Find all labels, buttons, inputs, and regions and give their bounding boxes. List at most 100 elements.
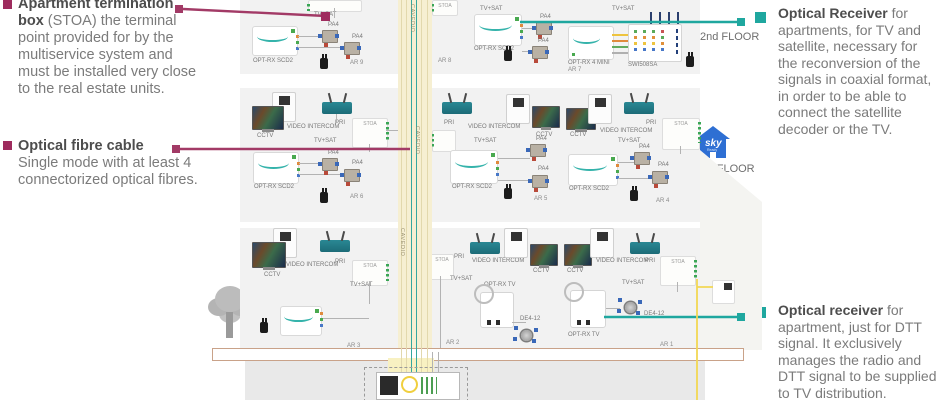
wire-gray — [612, 52, 628, 54]
pa4-splitter — [536, 22, 552, 35]
power-adapter-icon — [686, 56, 694, 67]
wire — [498, 180, 532, 181]
cctv-label: CCTV — [567, 268, 583, 274]
pa4-splitter — [322, 30, 338, 43]
video-intercom-label: VIDEO INTERCOM — [468, 124, 520, 130]
wire — [618, 178, 652, 179]
apartment-unit-ar1: CCTV VIDEO INTERCOM PRI STOA TV+SAT DE4-… — [560, 228, 700, 358]
apartment-label: AR 6 — [350, 194, 363, 200]
apartment-unit-ar6: CCTV VIDEO INTERCOM PRI STOA TV+SAT OPT-… — [240, 88, 398, 222]
pa4-label: PA4 — [536, 136, 547, 142]
apartment-label: AR 5 — [534, 196, 547, 202]
cable-shaft: CAVEDIO CAVEDIO CAVEDIO — [398, 0, 432, 374]
wire — [369, 282, 370, 304]
tv-sat-label: TV+SAT — [618, 138, 640, 144]
optical-distribution-box — [376, 372, 460, 400]
pa4-label: PA4 — [352, 160, 363, 166]
maroon-bullet-icon — [3, 141, 12, 150]
apartment-label: AR 4 — [656, 198, 669, 204]
wire — [680, 146, 681, 154]
odf-dark-module — [380, 376, 398, 395]
pri-label: PRI — [645, 258, 655, 264]
optical-receiver-scd2 — [568, 154, 618, 186]
power-adapter-icon — [320, 192, 328, 203]
wire — [298, 47, 344, 48]
stoa-box — [432, 130, 456, 152]
callout-body: Single mode with at least 4 connectorize… — [18, 155, 198, 188]
power-adapter-icon — [504, 188, 512, 199]
optical-receiver-4-mini — [568, 26, 614, 60]
basement-area — [245, 361, 705, 400]
coax-ports — [496, 161, 499, 164]
pa4-splitter — [344, 42, 360, 55]
riser-cable — [427, 0, 428, 374]
wire — [438, 352, 439, 372]
pa4-label: PA4 — [328, 22, 339, 28]
pa4-label: PA4 — [540, 14, 551, 20]
coax-ports — [320, 312, 323, 315]
pri-label: PRI — [646, 120, 656, 126]
cctv-label: CCTV — [533, 268, 549, 274]
device-label: DE4-12 — [520, 316, 540, 322]
pa4-label: PA4 — [538, 166, 549, 172]
riser-cable — [401, 0, 402, 374]
wire — [369, 144, 370, 152]
tv-sat-label: TV+SAT — [480, 6, 502, 12]
wire — [322, 318, 369, 319]
video-intercom-label: VIDEO INTERCOM — [287, 124, 339, 130]
video-intercom-label: VIDEO INTERCOM — [596, 258, 648, 264]
stoa-box — [308, 0, 362, 12]
apartment-unit-ar5: PRI CCTV VIDEO INTERCOM TV+SAT OPT-RX SC… — [430, 88, 560, 222]
wire-orange — [612, 40, 628, 42]
video-intercom-label: VIDEO INTERCOM — [472, 258, 524, 264]
pri-label: PRI — [444, 120, 454, 126]
maroon-bullet-icon — [3, 0, 12, 9]
apartment-label: AR 9 — [350, 60, 363, 66]
coax-risers — [650, 12, 686, 24]
riser-fibre-cable — [411, 0, 412, 374]
shaft-label: CAVEDIO — [414, 126, 420, 155]
wifi-router — [442, 102, 472, 114]
optical-receiver-multi-output — [280, 306, 322, 336]
optical-receiver-scd2 — [474, 14, 522, 46]
wire — [432, 352, 433, 372]
power-adapter-icon — [320, 58, 328, 69]
device-label: OPT-RX 4 MINI — [568, 60, 610, 66]
tv-sat-label: TV+SAT — [474, 138, 496, 144]
coax-ports — [616, 164, 619, 167]
stoa-box: STOA — [660, 256, 696, 286]
riser-fibre-cable — [416, 0, 417, 374]
wire — [677, 282, 678, 292]
wire — [334, 8, 335, 18]
video-intercom-device — [590, 228, 614, 258]
device-label: SWI508SA — [628, 62, 657, 68]
pa4-label: PA4 — [639, 144, 650, 150]
tree-trunk — [226, 312, 233, 338]
device-label: OPT-RX SCD2 — [254, 184, 294, 190]
optical-receiver-scd2 — [252, 26, 298, 56]
device-label: OPT-RX TV — [568, 332, 600, 338]
wire — [299, 174, 344, 175]
apartment-label: AR 2 — [446, 340, 459, 346]
wire-green — [612, 46, 628, 48]
device-label: OPT-RX SCD2 — [253, 58, 293, 64]
sky-door — [710, 152, 716, 158]
stoa-box: STOA — [662, 118, 700, 150]
ground-slab — [212, 348, 744, 361]
pa4-splitter — [532, 175, 548, 188]
tv-sat-label: TV+SAT — [450, 276, 472, 282]
optical-receiver-tv — [570, 290, 606, 328]
wire — [606, 308, 620, 309]
cctv-label: CCTV — [257, 133, 273, 139]
video-intercom-device — [504, 228, 528, 258]
stoa-box: STOA — [352, 118, 388, 148]
power-adapter-icon — [504, 50, 512, 61]
riser-cable — [421, 0, 422, 374]
cctv-monitor — [532, 106, 560, 128]
stoa-box: STOA — [432, 0, 458, 16]
pa4-label: PA4 — [328, 150, 339, 156]
wifi-router — [320, 240, 350, 252]
de4-12-splitter — [620, 298, 642, 316]
wifi-router — [322, 102, 352, 114]
callout-optical-receiver-dtt: Optical receiver for apartment, just for… — [778, 302, 940, 400]
